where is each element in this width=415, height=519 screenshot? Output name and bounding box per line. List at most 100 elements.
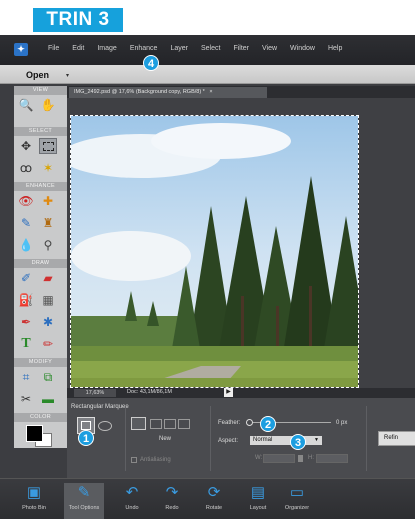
undo-button[interactable]: ↶ Undo	[112, 483, 152, 511]
rotate-button[interactable]: ⟳ Rotate	[194, 483, 234, 511]
spot-healing-tool-icon[interactable]: ✚	[39, 193, 57, 209]
type-tool-icon[interactable]: T	[17, 336, 35, 352]
pencil-tool-icon[interactable]: ✏	[39, 336, 57, 352]
app-logo-icon: ✦	[14, 43, 28, 56]
callout-4: 4	[143, 55, 159, 71]
layout-button[interactable]: ▤ Layout	[238, 483, 278, 511]
magic-wand-tool-icon[interactable]: ✶	[39, 160, 57, 176]
lasso-tool-icon[interactable]: ꝏ	[17, 160, 35, 176]
menu-file[interactable]: File	[48, 45, 59, 52]
sponge-tool-icon[interactable]: ⚲	[39, 237, 57, 253]
add-selection-icon[interactable]	[150, 419, 162, 429]
width-field[interactable]	[263, 454, 295, 463]
new-label: New	[159, 436, 172, 442]
red-eye-tool-icon[interactable]: 👁	[17, 193, 35, 209]
task-bar: ▣ Photo Bin ✎ Tool Options ↶ Undo ↷ Redo…	[0, 478, 415, 519]
feather-label: Feather:	[218, 420, 241, 426]
photo-bin-button[interactable]: ▣ Photo Bin	[14, 483, 54, 511]
height-field[interactable]	[316, 454, 348, 463]
zoom-field[interactable]: 17,63%	[74, 389, 116, 397]
doc-info: Doc: 43,1M/86,1M	[127, 389, 172, 395]
blur-tool-icon[interactable]: 💧	[17, 237, 35, 253]
close-tab-icon[interactable]: ×	[209, 89, 212, 95]
w-label: W:	[255, 455, 263, 461]
open-button[interactable]: Open	[26, 70, 49, 80]
refine-edge-button[interactable]: Refin	[378, 431, 415, 446]
swap-icon[interactable]	[298, 455, 303, 462]
zoom-tool-icon[interactable]: 🔍	[17, 97, 35, 113]
undo-label: Undo	[125, 505, 139, 511]
organizer-icon: ▭	[289, 484, 305, 501]
hand-tool-icon[interactable]: ✋	[39, 97, 57, 113]
status-menu-arrow-icon[interactable]: ▶	[224, 388, 233, 397]
aspect-select[interactable]: Normal ▼	[250, 436, 322, 445]
forest-photo-image	[71, 116, 358, 387]
menu-select[interactable]: Select	[201, 45, 220, 52]
redo-label: Redo	[165, 505, 179, 511]
foreground-color-swatch[interactable]	[26, 425, 43, 442]
recompose-tool-icon[interactable]: ⧉	[39, 369, 57, 385]
crop-tool-icon[interactable]: ⌗	[17, 369, 35, 385]
section-draw: DRAW	[14, 259, 67, 268]
document-tab-title: IMG_2492.psd @ 17,6% (Background copy, R…	[74, 89, 205, 95]
undo-icon: ↶	[125, 484, 139, 501]
tool-options-button[interactable]: ✎ Tool Options	[64, 483, 104, 519]
open-bar: Open ▾	[0, 65, 415, 84]
straighten-tool-icon[interactable]: ▬	[39, 391, 57, 407]
menu-view[interactable]: View	[262, 45, 277, 52]
divider	[210, 406, 211, 471]
redo-icon: ↷	[165, 484, 179, 501]
open-dropdown-icon[interactable]: ▾	[66, 72, 69, 79]
callout-1: 1	[78, 430, 94, 446]
feather-slider-handle[interactable]	[246, 419, 253, 426]
antialiasing-label: Antialiasing	[140, 457, 171, 463]
shape-tool-icon[interactable]: ✒	[17, 314, 35, 330]
gradient-tool-icon[interactable]: ▦	[39, 292, 57, 308]
intersect-selection-icon[interactable]	[178, 419, 190, 429]
document-tabs: IMG_2492.psd @ 17,6% (Background copy, R…	[67, 86, 415, 98]
menu-window[interactable]: Window	[290, 45, 315, 52]
clone-stamp-tool-icon[interactable]: ♜	[39, 215, 57, 231]
divider	[125, 406, 126, 471]
menu-edit[interactable]: Edit	[72, 45, 84, 52]
aspect-value: Normal	[253, 437, 273, 443]
menu-image[interactable]: Image	[97, 45, 116, 52]
callout-2: 2	[260, 416, 276, 432]
section-modify: MODIFY	[14, 358, 67, 367]
custom-shape-tool-icon[interactable]: ✱	[39, 314, 57, 330]
subtract-selection-icon[interactable]	[164, 419, 176, 429]
new-selection-icon[interactable]	[131, 417, 146, 430]
menu-items: File Edit Image Enhance Layer Select Fil…	[48, 45, 355, 52]
divider	[366, 406, 367, 471]
document-tab[interactable]: IMG_2492.psd @ 17,6% (Background copy, R…	[69, 87, 267, 98]
layout-label: Layout	[249, 505, 267, 511]
menu-layer[interactable]: Layer	[170, 45, 188, 52]
rotate-icon: ⟳	[207, 484, 221, 501]
rectangular-marquee-tool-icon[interactable]	[39, 138, 57, 154]
brush-tool-icon[interactable]: ✐	[17, 270, 35, 286]
paint-bucket-tool-icon[interactable]: ⛽	[17, 292, 35, 308]
photo-bin-icon: ▣	[26, 484, 42, 501]
redo-button[interactable]: ↷ Redo	[152, 483, 192, 511]
organizer-label: Organizer	[284, 505, 310, 511]
status-bar: 17,63% Doc: 43,1M/86,1M ▶	[67, 388, 415, 398]
section-select: SELECT	[14, 127, 67, 136]
tool-options-panel: Rectangular Marquee New Antialiasing Fea…	[67, 398, 415, 478]
tool-name: Rectangular Marquee	[71, 404, 129, 410]
photoshop-elements-window: ✦ File Edit Image Enhance Layer Select F…	[0, 35, 415, 519]
eraser-tool-icon[interactable]: ▰	[39, 270, 57, 286]
forest-photo[interactable]	[70, 115, 359, 388]
toolbox: VIEW 🔍 ✋ SELECT ✥ ꝏ ✶ ENHANCE 👁 ✚ ✎ ♜ 💧 …	[14, 86, 67, 448]
menu-filter[interactable]: Filter	[233, 45, 249, 52]
menu-help[interactable]: Help	[328, 45, 342, 52]
menu-enhance[interactable]: Enhance	[130, 45, 158, 52]
content-aware-move-tool-icon[interactable]: ✂	[17, 391, 35, 407]
tool-options-icon: ✎	[77, 484, 91, 501]
menu-bar: ✦ File Edit Image Enhance Layer Select F…	[0, 35, 415, 65]
antialiasing-checkbox[interactable]	[131, 457, 137, 463]
elliptical-marquee-option-icon[interactable]	[98, 421, 112, 431]
smart-brush-tool-icon[interactable]: ✎	[17, 215, 35, 231]
organizer-button[interactable]: ▭ Organizer	[277, 483, 317, 511]
photo-bin-label: Photo Bin	[22, 505, 46, 511]
move-tool-icon[interactable]: ✥	[17, 138, 35, 154]
